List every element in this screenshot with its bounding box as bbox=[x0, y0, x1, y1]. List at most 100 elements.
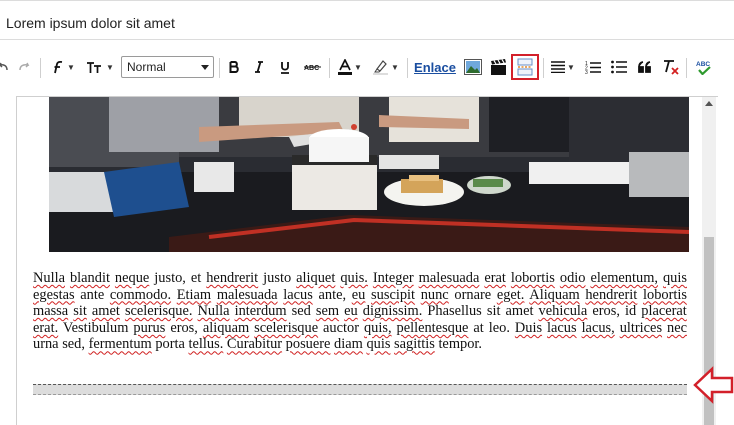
paragraph-word: purus bbox=[133, 319, 166, 336]
paragraph-word: quis. bbox=[340, 270, 368, 286]
paragraph-word: commodo. bbox=[109, 286, 172, 303]
paragraph-word: tempor. bbox=[438, 336, 483, 353]
paragraph-word: hendrerit bbox=[206, 270, 259, 286]
blockquote-button[interactable] bbox=[634, 47, 656, 87]
paragraph-word: amet bbox=[91, 303, 120, 320]
paragraph-word: amet bbox=[505, 303, 534, 320]
paragraph-word: Nulla bbox=[197, 303, 230, 320]
paragraph-text[interactable]: Nulla blandit neque justo, et hendrerit … bbox=[33, 270, 687, 353]
paragraph-word: erat bbox=[484, 270, 506, 286]
editor-content-area[interactable]: Nulla blandit neque justo, et hendrerit … bbox=[16, 96, 718, 425]
strikethrough-button[interactable]: ABC bbox=[301, 47, 325, 87]
numbered-list-icon: 123 bbox=[585, 61, 601, 74]
paragraph-word: Duis bbox=[514, 319, 543, 336]
italic-button[interactable] bbox=[249, 47, 269, 87]
paragraph-word: Etiam bbox=[176, 286, 212, 303]
paragraph-word: at bbox=[473, 319, 484, 336]
paragraph-word: urna bbox=[33, 336, 59, 353]
caret-down-icon: ▼ bbox=[567, 62, 575, 72]
paragraph-word: dignissim. bbox=[362, 303, 423, 320]
paragraph-word: quis, bbox=[363, 319, 392, 336]
paragraph-word: massa bbox=[33, 303, 69, 320]
paragraph-word: eros, bbox=[170, 319, 198, 336]
toolbar-separator bbox=[40, 58, 41, 78]
paragraph-word: fermentum bbox=[88, 336, 152, 353]
paragraph-word: ante bbox=[80, 286, 105, 303]
numbered-list-button[interactable]: 123 bbox=[582, 47, 604, 87]
content-image bbox=[49, 97, 689, 252]
image-button[interactable] bbox=[462, 47, 484, 87]
editor-toolbar: ▼ ▼ Normal ABC ▼ ▼ Enlace ▼ 1 2 3 ABC bbox=[0, 47, 734, 87]
toolbar-separator bbox=[219, 58, 220, 78]
next-paragraph-text[interactable] bbox=[33, 421, 687, 425]
paragraph-word: eros, bbox=[592, 303, 620, 320]
align-button[interactable]: ▼ bbox=[548, 47, 578, 87]
align-justify-icon bbox=[551, 61, 566, 73]
toolbar-separator bbox=[543, 58, 544, 78]
paragraph-word: vehicula bbox=[538, 303, 588, 320]
svg-text:ABC: ABC bbox=[304, 65, 319, 72]
paragraph-word: Integer bbox=[372, 270, 414, 286]
background-color-button[interactable]: ▼ bbox=[370, 47, 402, 87]
paragraph-word: et bbox=[190, 270, 202, 286]
highlighter-icon bbox=[373, 60, 389, 75]
paragraph-word: id bbox=[625, 303, 637, 320]
paragraph-word: blandit bbox=[69, 270, 110, 286]
clapperboard-icon bbox=[490, 59, 506, 75]
paragraph-word: diam bbox=[334, 336, 363, 353]
spellcheck-icon: ABC bbox=[696, 61, 711, 75]
paragraph-word: eu bbox=[344, 303, 358, 320]
video-button[interactable] bbox=[487, 47, 509, 87]
underline-button[interactable] bbox=[275, 47, 295, 87]
caret-down-icon: ▼ bbox=[106, 62, 114, 72]
paragraph-word: neque bbox=[114, 270, 150, 286]
font-size-button[interactable]: ▼ bbox=[84, 47, 116, 87]
paragraph-word: scelerisque. bbox=[124, 303, 193, 320]
paragraph-word: malesuada bbox=[418, 270, 480, 286]
paragraph-word: hendrerit bbox=[585, 286, 638, 303]
paragraph-word: tellus. bbox=[188, 336, 224, 353]
title-input[interactable] bbox=[6, 15, 706, 31]
link-button-label: Enlace bbox=[414, 59, 456, 75]
paragraph-word: ornare bbox=[454, 286, 492, 303]
paragraph-word: Curabitur bbox=[226, 336, 283, 353]
bulleted-list-button[interactable] bbox=[608, 47, 630, 87]
format-select[interactable]: Normal bbox=[121, 56, 214, 78]
paragraph-word: Nulla bbox=[33, 270, 65, 286]
paragraph-word: nunc bbox=[420, 286, 449, 303]
link-button[interactable]: Enlace bbox=[413, 47, 457, 87]
paragraph-word: egestas bbox=[33, 286, 75, 303]
text-color-button[interactable]: ▼ bbox=[334, 47, 366, 87]
paragraph-word: auctor bbox=[323, 319, 360, 336]
chevron-down-icon bbox=[201, 65, 209, 70]
bulleted-list-icon bbox=[611, 60, 627, 74]
paragraph-word: eget. bbox=[496, 286, 525, 303]
clear-format-button[interactable] bbox=[660, 47, 682, 87]
paragraph-word: Vestibulum bbox=[62, 319, 129, 336]
bold-button[interactable] bbox=[224, 47, 244, 87]
callout-arrow-icon bbox=[693, 366, 734, 409]
font-family-icon bbox=[54, 60, 63, 74]
font-family-button[interactable]: ▼ bbox=[48, 47, 78, 87]
scroll-up-arrow-icon[interactable] bbox=[705, 101, 713, 106]
paragraph-word: Phasellus bbox=[427, 303, 482, 320]
paragraph-word: nec bbox=[667, 319, 687, 336]
redo-icon bbox=[19, 62, 30, 71]
paragraph-word: ultrices bbox=[619, 319, 663, 336]
paragraph-word: scelerisque bbox=[254, 319, 319, 336]
svg-text:3: 3 bbox=[585, 70, 588, 74]
italic-icon bbox=[255, 61, 263, 73]
paragraph-word: sed bbox=[291, 303, 311, 320]
undo-button[interactable] bbox=[0, 47, 10, 87]
paragraph-word: erat. bbox=[33, 319, 59, 336]
paragraph-word: odio bbox=[559, 270, 586, 286]
paragraph-word: lacus bbox=[547, 319, 577, 336]
paragraph-word: lobortis bbox=[510, 270, 555, 286]
paragraph-word: suscipit bbox=[371, 286, 416, 303]
caret-down-icon: ▼ bbox=[354, 62, 362, 72]
paragraph-word: malesuada bbox=[216, 286, 278, 303]
strikethrough-icon: ABC bbox=[304, 65, 321, 72]
paragraph-word: quis bbox=[662, 270, 687, 286]
spellcheck-button[interactable]: ABC bbox=[692, 47, 716, 87]
redo-button[interactable] bbox=[16, 47, 34, 87]
